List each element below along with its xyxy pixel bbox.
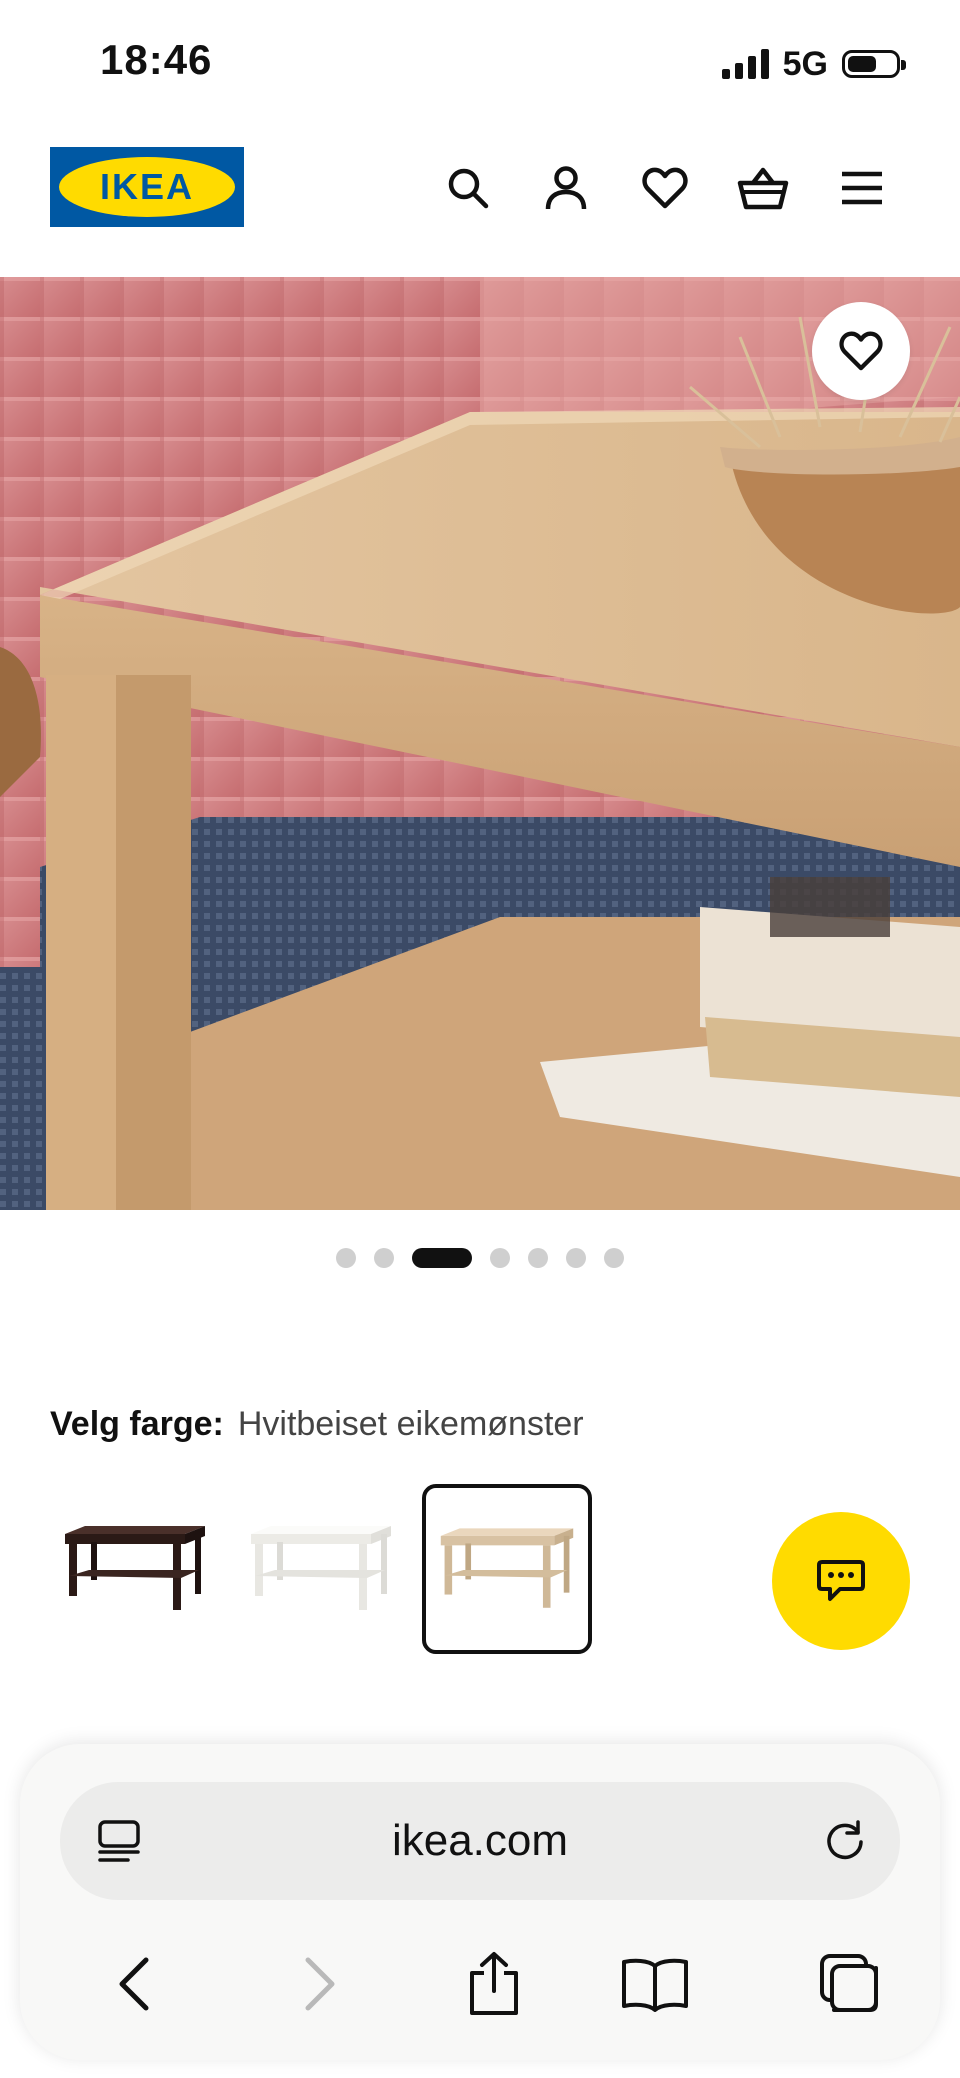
battery-icon <box>842 50 906 78</box>
chat-button[interactable] <box>772 1512 910 1650</box>
url-text[interactable]: ikea.com <box>60 1782 900 1900</box>
color-swatch-white-stained-oak[interactable] <box>422 1484 592 1654</box>
back-icon[interactable] <box>94 1944 174 2024</box>
share-icon[interactable] <box>454 1944 534 2024</box>
network-type: 5G <box>782 44 828 83</box>
reload-icon[interactable] <box>820 1816 870 1866</box>
status-time: 18:46 <box>100 36 213 83</box>
address-bar[interactable]: ikea.com <box>60 1782 900 1900</box>
color-label: Velg farge: Hvitbeiset eikemønster <box>50 1405 584 1444</box>
status-bar: 18:46 5G <box>0 0 960 120</box>
carousel-dot[interactable] <box>566 1248 586 1268</box>
search-icon[interactable] <box>442 162 494 214</box>
chat-icon <box>817 1560 865 1601</box>
color-swatch-white[interactable] <box>236 1484 406 1654</box>
table-thumbnail <box>65 1526 205 1610</box>
signal-icon <box>721 49 769 79</box>
color-label-title: Velg farge: <box>50 1405 224 1443</box>
browser-toolbar: ikea.com <box>20 1744 940 2060</box>
carousel-dot[interactable] <box>528 1248 548 1268</box>
heart-icon[interactable] <box>639 162 691 214</box>
table-thumbnail <box>251 1526 391 1610</box>
ikea-logo[interactable]: IKEA <box>50 147 244 227</box>
carousel-indicator <box>0 1248 960 1268</box>
selected-color-name: Hvitbeiset eikemønster <box>237 1405 584 1443</box>
carousel-dot[interactable] <box>490 1248 510 1268</box>
browser-nav <box>20 1934 940 2034</box>
coffee-table-photo <box>0 277 960 1210</box>
site-header: IKEA <box>0 120 960 276</box>
tabs-icon[interactable] <box>810 1944 890 2024</box>
menu-icon[interactable] <box>836 162 888 214</box>
color-swatch-black-brown[interactable] <box>50 1484 220 1654</box>
table-thumbnail <box>440 1528 574 1608</box>
product-image[interactable] <box>0 277 960 1210</box>
page-menu-icon[interactable] <box>94 1816 144 1866</box>
color-swatches <box>50 1484 592 1654</box>
carousel-dot-active[interactable] <box>412 1248 472 1268</box>
status-indicators: 5G <box>721 44 906 84</box>
carousel-dot[interactable] <box>336 1248 356 1268</box>
save-to-favorites-button[interactable] <box>812 302 910 400</box>
carousel-dot[interactable] <box>604 1248 624 1268</box>
forward-icon[interactable] <box>280 1944 360 2024</box>
bookmarks-icon[interactable] <box>615 1944 695 2024</box>
basket-icon[interactable] <box>737 162 789 214</box>
logo-text: IKEA <box>99 166 194 207</box>
carousel-dot[interactable] <box>374 1248 394 1268</box>
heart-icon <box>839 331 883 371</box>
account-icon[interactable] <box>540 162 592 214</box>
